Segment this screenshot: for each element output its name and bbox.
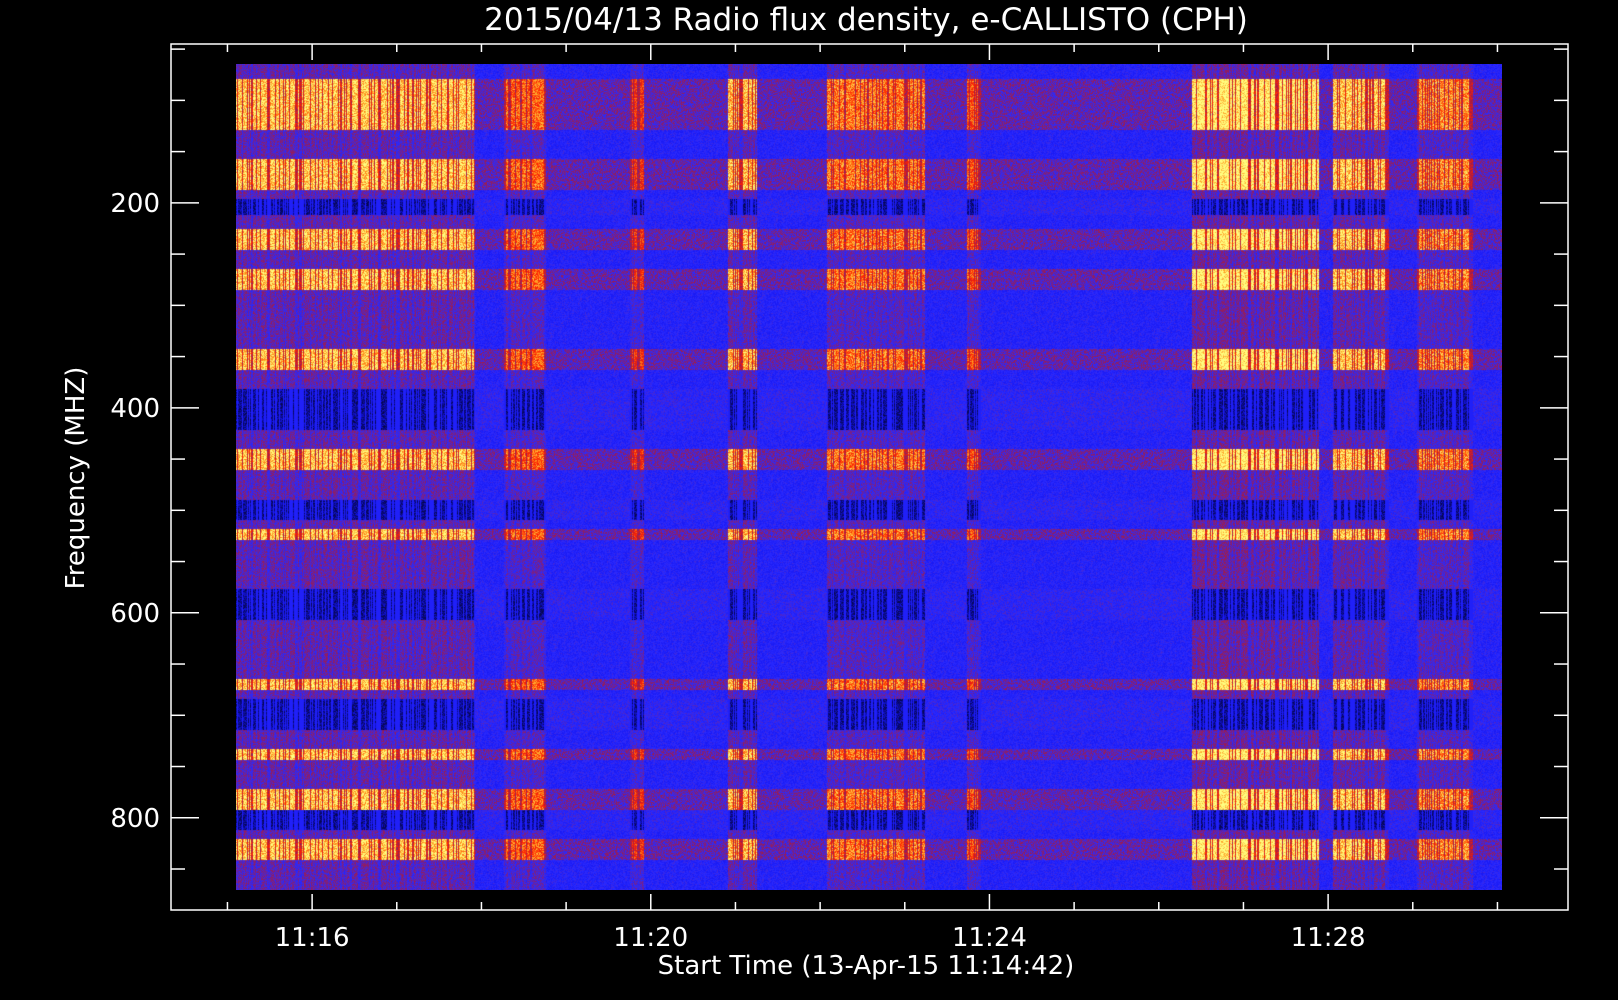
- x-tick-label: 11:24: [952, 923, 1027, 953]
- y-tick-label: 400: [110, 394, 160, 424]
- y-tick-label: 600: [110, 599, 160, 629]
- x-axis-label: Start Time (13-Apr-15 11:14:42): [658, 951, 1075, 981]
- spectrogram-figure: 2015/04/13 Radio flux density, e-CALLIST…: [0, 0, 1618, 1000]
- y-axis-label: Frequency (MHZ): [61, 367, 91, 590]
- x-tick-label: 11:28: [1291, 923, 1366, 953]
- y-tick-label: 200: [110, 189, 160, 219]
- y-tick-label: 800: [110, 804, 160, 834]
- chart-title: 2015/04/13 Radio flux density, e-CALLIST…: [484, 2, 1248, 38]
- spectrogram-heatmap: [236, 64, 1502, 890]
- x-tick-label: 11:16: [275, 923, 350, 953]
- x-tick-label: 11:20: [613, 923, 688, 953]
